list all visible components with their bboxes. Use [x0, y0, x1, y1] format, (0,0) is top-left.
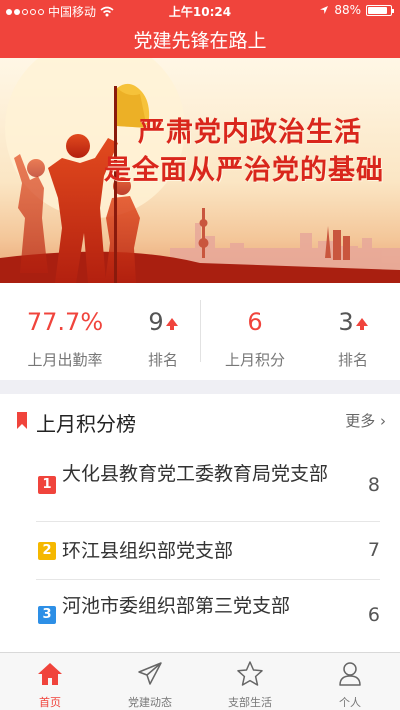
- stat-points: 6 上月积分: [215, 307, 295, 370]
- ranking-score: 6: [367, 604, 380, 626]
- ranking-header: 上月积分榜 更多 ›: [0, 400, 400, 446]
- ranking-row[interactable]: 2 环江县组织部党支部 7: [36, 522, 380, 580]
- tab-label: 个人: [339, 696, 361, 709]
- top-bar: 中国移动 上午10:24 88% 党建先锋在路上: [0, 0, 400, 58]
- tab-news[interactable]: 党建动态: [100, 659, 200, 710]
- rank-badge: 3: [38, 606, 56, 624]
- arrow-up-icon: [165, 318, 178, 330]
- star-icon: [237, 661, 263, 686]
- home-icon: [38, 663, 62, 685]
- attendance-value: 77.7%: [26, 308, 104, 336]
- person-icon: [339, 662, 361, 686]
- attendance-rank-label: 排名: [147, 351, 178, 369]
- tab-branch-life[interactable]: 支部生活: [200, 659, 300, 710]
- points-rank-value: 3: [338, 308, 354, 336]
- rank-badge: 2: [38, 542, 56, 560]
- location-arrow-icon: [320, 6, 329, 14]
- ranking-title: 上月积分榜: [36, 412, 136, 436]
- status-bar: 中国移动 上午10:24 88%: [0, 0, 400, 20]
- ranking-name: 环江县组织部党支部: [62, 540, 234, 562]
- tab-home[interactable]: 首页: [0, 659, 100, 710]
- tab-label: 首页: [39, 696, 61, 709]
- points-value: 6: [247, 308, 263, 336]
- stat-attendance-rank: 9 排名: [128, 307, 198, 370]
- battery-icon: [366, 4, 394, 16]
- points-label: 上月积分: [224, 351, 285, 369]
- more-label: 更多: [345, 412, 376, 430]
- battery-percent: 88%: [334, 3, 361, 17]
- stat-attendance: 77.7% 上月出勤率: [20, 307, 110, 370]
- arrow-up-icon: [355, 318, 368, 330]
- rank-badge: 1: [38, 476, 56, 494]
- ranking-name: 大化县教育党工委教育局党支部: [62, 463, 329, 485]
- chevron-right-icon: ›: [380, 412, 386, 430]
- banner-slogan-line1: 严肃党内政治生活: [138, 117, 362, 148]
- bottom-tab-bar: 首页 党建动态 支部生活 个人: [0, 652, 400, 710]
- section-gap: [0, 380, 400, 394]
- ranking-row[interactable]: 3 河池市委组织部第三党支部 6: [36, 580, 380, 650]
- stat-points-rank: 3 排名: [318, 307, 388, 370]
- tab-profile[interactable]: 个人: [300, 659, 400, 710]
- tab-label: 党建动态: [128, 696, 172, 709]
- more-link[interactable]: 更多 ›: [345, 410, 386, 431]
- banner-slogan-line2: 是全面从严治党的基础: [104, 155, 384, 186]
- hero-banner[interactable]: 严肃党内政治生活 是全面从严治党的基础: [0, 58, 400, 283]
- ranking-name: 河池市委组织部第三党支部: [62, 595, 291, 617]
- tab-label: 支部生活: [228, 696, 272, 709]
- app-title: 党建先锋在路上: [133, 30, 267, 52]
- bookmark-icon: [17, 412, 27, 429]
- stats-divider: [200, 300, 201, 362]
- ranking-row[interactable]: 1 大化县教育党工委教育局党支部 8: [36, 452, 380, 522]
- ranking-score: 7: [367, 539, 380, 561]
- attendance-rank-value: 9: [148, 308, 164, 336]
- attendance-label: 上月出勤率: [27, 351, 103, 369]
- paper-plane-icon: [138, 662, 162, 685]
- ranking-score: 8: [367, 474, 380, 496]
- points-rank-label: 排名: [337, 351, 368, 369]
